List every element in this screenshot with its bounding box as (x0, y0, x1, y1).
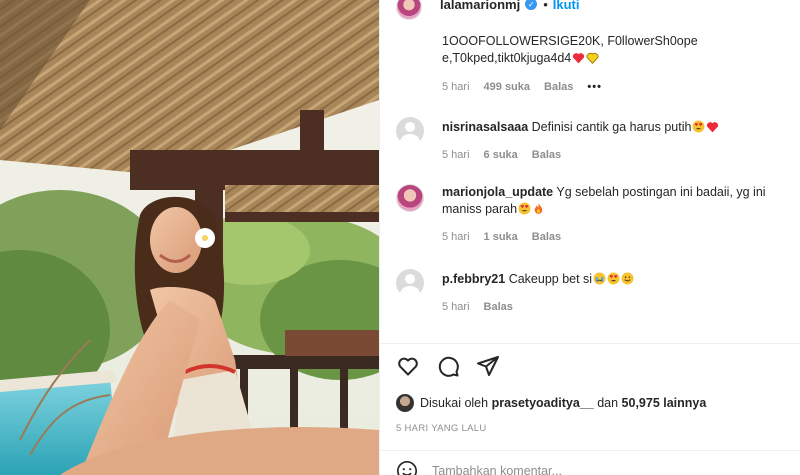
comment-likes[interactable]: 6 suka (484, 149, 518, 161)
crying-face-emoji-icon (593, 272, 606, 285)
paper-plane-icon[interactable] (476, 354, 500, 378)
more-options-icon[interactable]: ••• (587, 81, 602, 93)
default-avatar-icon[interactable] (396, 269, 424, 297)
comment-reply-button[interactable]: Balas (532, 149, 561, 161)
comment-username[interactable]: p.febbry21 (442, 272, 505, 286)
comment-text: p.febbry21 Cakeupp bet si (442, 271, 634, 288)
caption-text-line2: e,T0kped,tikt0kjuga4d4 (442, 50, 698, 67)
post-date: 5 HARI YANG LALU (396, 423, 487, 434)
likes-count[interactable]: 50,975 lainnya (622, 396, 707, 410)
likes-summary: Disukai oleh prasetyoaditya__ dan 50,975… (396, 394, 706, 412)
follow-button[interactable]: Ikuti (553, 0, 580, 12)
liker-avatar[interactable] (396, 394, 414, 412)
post-image (0, 0, 379, 475)
comment-reply-button[interactable]: Balas (532, 231, 561, 243)
comment-likes[interactable]: 1 suka (484, 231, 518, 243)
caption-reply-button[interactable]: Balas (544, 81, 573, 93)
likes-prefix: Disukai oleh (420, 396, 489, 410)
heart-eyes-emoji-icon (607, 272, 620, 285)
comment-text: marionjola_update Yg sebelah postingan i… (442, 184, 766, 201)
comment-text-line2: maniss parah (442, 201, 766, 218)
comment-meta: 5 hari Balas (442, 301, 634, 313)
likes-connector: dan (597, 396, 619, 410)
comment-item: nisrinasalsaaa Definisi cantik ga harus … (396, 117, 719, 161)
heart-outline-icon[interactable] (396, 354, 420, 378)
author-avatar[interactable] (396, 0, 422, 20)
comment-item: p.febbry21 Cakeupp bet si 5 hari Balas (396, 269, 634, 313)
commenter-avatar[interactable] (396, 184, 424, 212)
caption-block: 1OOOFOLLOWERSIGE20K, F0llowerSh0ope e,T0… (442, 33, 698, 93)
post-actions (396, 354, 500, 378)
section-divider (380, 343, 800, 344)
caption-text-line1: 1OOOFOLLOWERSIGE20K, F0llowerSh0ope (442, 34, 698, 48)
post-photo (0, 0, 379, 475)
comment-time: 5 hari (442, 149, 470, 161)
post-side-panel: lalamarionmj ✓ • Ikuti 1OOOFOLLOWERSIGE2… (379, 0, 800, 475)
verified-badge-icon: ✓ (525, 0, 538, 10)
comment-message: Cakeupp bet si (508, 272, 593, 286)
add-comment-input[interactable] (432, 464, 752, 475)
comment-meta: 5 hari 1 suka Balas (442, 231, 766, 243)
comment-bubble-icon[interactable] (436, 354, 460, 378)
comment-message: Yg sebelah postingan ini badaii, yg ini (556, 185, 766, 199)
red-heart-emoji-icon (707, 122, 719, 133)
comment-time: 5 hari (442, 301, 470, 313)
comments-list[interactable]: 1OOOFOLLOWERSIGE20K, F0llowerSh0ope e,T0… (380, 22, 800, 342)
author-username[interactable]: lalamarionmj (440, 0, 520, 12)
comment-time: 5 hari (442, 231, 470, 243)
comment-item: marionjola_update Yg sebelah postingan i… (396, 184, 766, 243)
comment-username[interactable]: nisrinasalsaaa (442, 120, 528, 134)
heart-eyes-emoji-icon (693, 120, 705, 133)
liker-username[interactable]: prasetyoaditya__ (492, 396, 594, 410)
caption-time: 5 hari (442, 81, 470, 93)
comment-meta: 5 hari 6 suka Balas (442, 149, 719, 161)
fire-emoji-icon (534, 203, 543, 214)
header-separator: • (543, 0, 548, 12)
default-avatar-icon[interactable] (396, 117, 424, 145)
comment-reply-button[interactable]: Balas (484, 301, 513, 313)
comment-message: Definisi cantik ga harus putih (531, 120, 692, 134)
caption-text-line2-text: e,T0kped,tikt0kjuga4d4 (442, 51, 572, 65)
caption-meta: 5 hari 499 suka Balas ••• (442, 81, 698, 93)
comment-message-line2: maniss parah (442, 202, 518, 216)
heart-eyes-emoji-icon (518, 202, 531, 215)
section-divider (380, 450, 800, 451)
yellow-heart-emoji-icon (586, 52, 599, 64)
emoji-picker-icon[interactable] (396, 460, 418, 475)
grinning-face-emoji-icon (621, 272, 634, 285)
red-heart-emoji-icon (573, 53, 585, 64)
post-header: lalamarionmj ✓ • Ikuti (380, 0, 800, 22)
comment-username[interactable]: marionjola_update (442, 185, 553, 199)
add-comment-bar (396, 460, 752, 475)
comment-text: nisrinasalsaaa Definisi cantik ga harus … (442, 119, 719, 136)
caption-likes[interactable]: 499 suka (484, 81, 530, 93)
